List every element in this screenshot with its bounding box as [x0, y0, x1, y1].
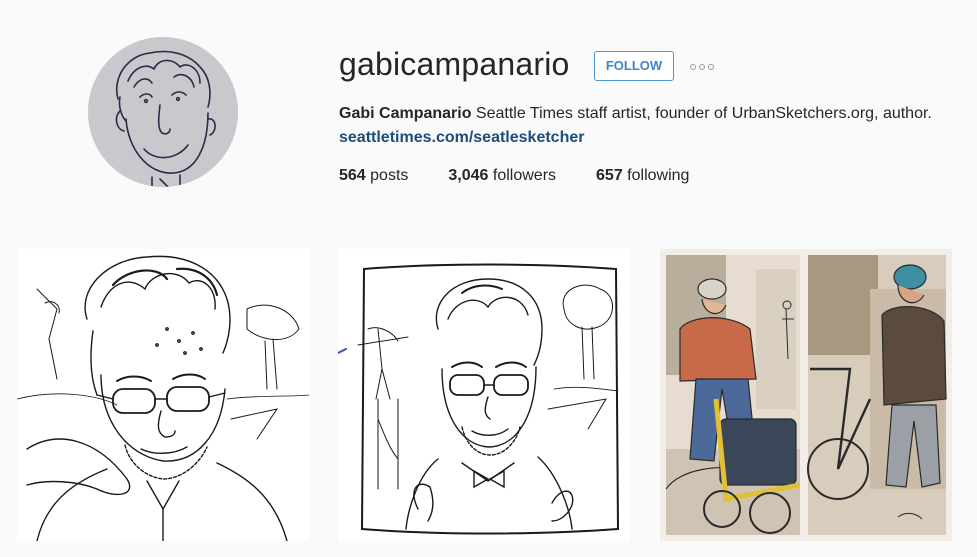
posts-number: 564 — [339, 167, 366, 184]
followers-link[interactable]: 3,046 followers — [448, 165, 556, 187]
post-thumbnail[interactable] — [338, 249, 630, 541]
sketch-portrait-image — [338, 249, 630, 541]
profile-avatar[interactable] — [88, 37, 238, 187]
follow-button[interactable]: FOLLOW — [594, 51, 674, 81]
avatar-sketch — [88, 37, 238, 187]
posts-count: 564 posts — [339, 165, 408, 187]
more-dot — [690, 64, 696, 70]
profile-page: gabicampanario FOLLOW Gabi Campanario Se… — [0, 0, 977, 557]
following-link[interactable]: 657 following — [596, 165, 689, 187]
more-dot — [708, 64, 714, 70]
more-options-icon[interactable] — [690, 58, 714, 76]
profile-bio: Gabi Campanario Seattle Times staff arti… — [339, 103, 932, 125]
profile-display-name: Gabi Campanario — [339, 105, 472, 122]
following-number: 657 — [596, 167, 623, 184]
post-thumbnail[interactable] — [660, 249, 952, 541]
profile-stats: 564 posts 3,046 followers 657 following — [339, 165, 729, 187]
followers-number: 3,046 — [448, 167, 489, 184]
post-thumbnail[interactable] — [17, 249, 309, 541]
followers-label: followers — [488, 167, 557, 184]
profile-bio-text: Seattle Times staff artist, founder of U… — [471, 105, 932, 122]
posts-label: posts — [365, 167, 409, 184]
following-label: following — [622, 167, 690, 184]
sketch-portrait-image — [17, 249, 309, 541]
profile-username: gabicampanario — [339, 46, 570, 82]
profile-website-link[interactable]: seattletimes.com/seatlesketcher — [339, 127, 584, 149]
more-dot — [699, 64, 705, 70]
watercolor-cyclists-image — [660, 249, 952, 541]
